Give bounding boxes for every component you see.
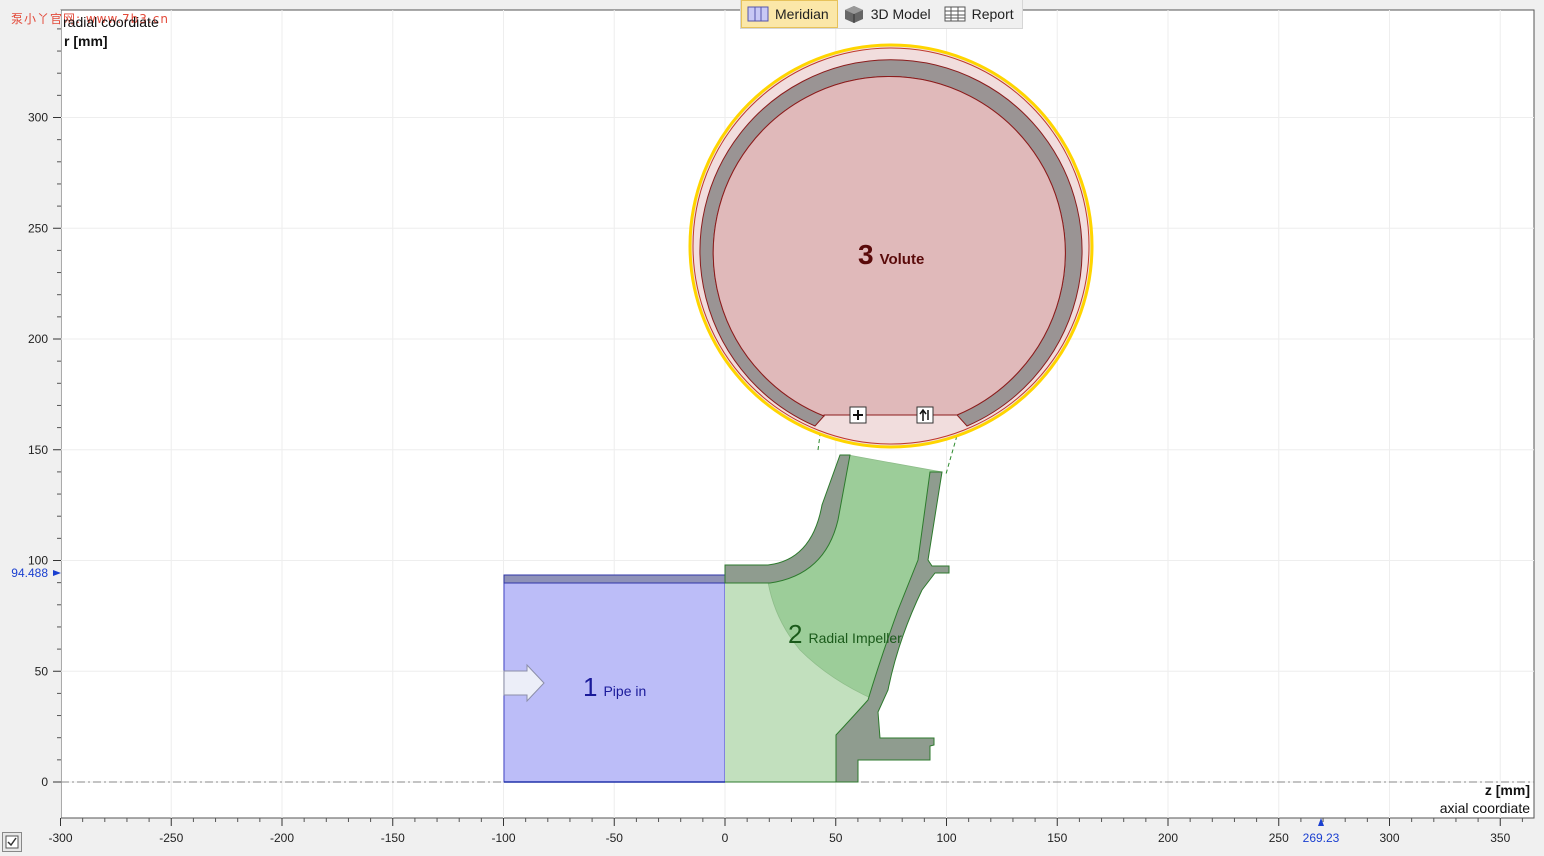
- y-tick-label: 300: [28, 111, 48, 125]
- x-tick-label: 300: [1379, 831, 1399, 845]
- x-tick-label: 50: [829, 831, 843, 845]
- x-tick-label: -300: [48, 831, 72, 845]
- report-tab-label: Report: [971, 6, 1014, 22]
- report-tab[interactable]: Report: [939, 0, 1022, 28]
- table-icon: [944, 6, 966, 22]
- move-node-icon[interactable]: [916, 406, 934, 424]
- meridian-tab[interactable]: Meridian: [741, 0, 838, 28]
- x-tick-label: 250: [1269, 831, 1289, 845]
- 3d-model-tab[interactable]: 3D Model: [838, 0, 939, 28]
- x-axis-ticks: -300 -250 -200 -150 -100 -50 0 50 100 150 200 250 30…: [48, 818, 1523, 845]
- cube-icon: [844, 6, 863, 23]
- x-tick-label: -50: [606, 831, 624, 845]
- pipe-in-region[interactable]: [503, 574, 726, 783]
- y-axis-unit: r [mm]: [64, 33, 108, 49]
- x-tick-label: 0: [722, 831, 729, 845]
- meridian-plot[interactable]: 1 Pipe in 2 Radial Impeller 3 Volute -300 -2…: [0, 0, 1544, 855]
- x-tick-label: -100: [491, 831, 515, 845]
- x-position-marker[interactable]: 269.23: [1303, 831, 1340, 845]
- y-tick-label: 150: [28, 443, 48, 457]
- x-tick-label: -150: [381, 831, 405, 845]
- y-tick-label: 250: [28, 221, 48, 235]
- y-axis-ticks: 050100150200250300: [28, 28, 61, 789]
- meridian-icon: [747, 6, 769, 22]
- meridian-tab-label: Meridian: [775, 6, 829, 22]
- x-axis-title: axial coordiate: [1439, 800, 1530, 816]
- y-tick-label: 200: [28, 332, 48, 346]
- x-axis-unit: z [mm]: [1484, 782, 1530, 798]
- y-marker-arrow-icon: [53, 570, 61, 576]
- x-tick-label: 350: [1490, 831, 1510, 845]
- x-tick-label: 100: [936, 831, 956, 845]
- x-tick-label: 150: [1047, 831, 1067, 845]
- x-tick-label: 200: [1158, 831, 1178, 845]
- y-position-marker[interactable]: 94.488: [11, 566, 48, 580]
- 3d-model-tab-label: 3D Model: [870, 6, 931, 22]
- x-tick-label: -200: [270, 831, 294, 845]
- view-toolbar: Meridian 3D Model Report: [740, 0, 1023, 29]
- settings-checkbox-icon[interactable]: [2, 832, 22, 852]
- y-axis-title: radial coordiate: [63, 14, 159, 30]
- x-tick-label: -250: [159, 831, 183, 845]
- y-tick-label: 0: [41, 775, 48, 789]
- y-tick-label: 50: [35, 664, 49, 678]
